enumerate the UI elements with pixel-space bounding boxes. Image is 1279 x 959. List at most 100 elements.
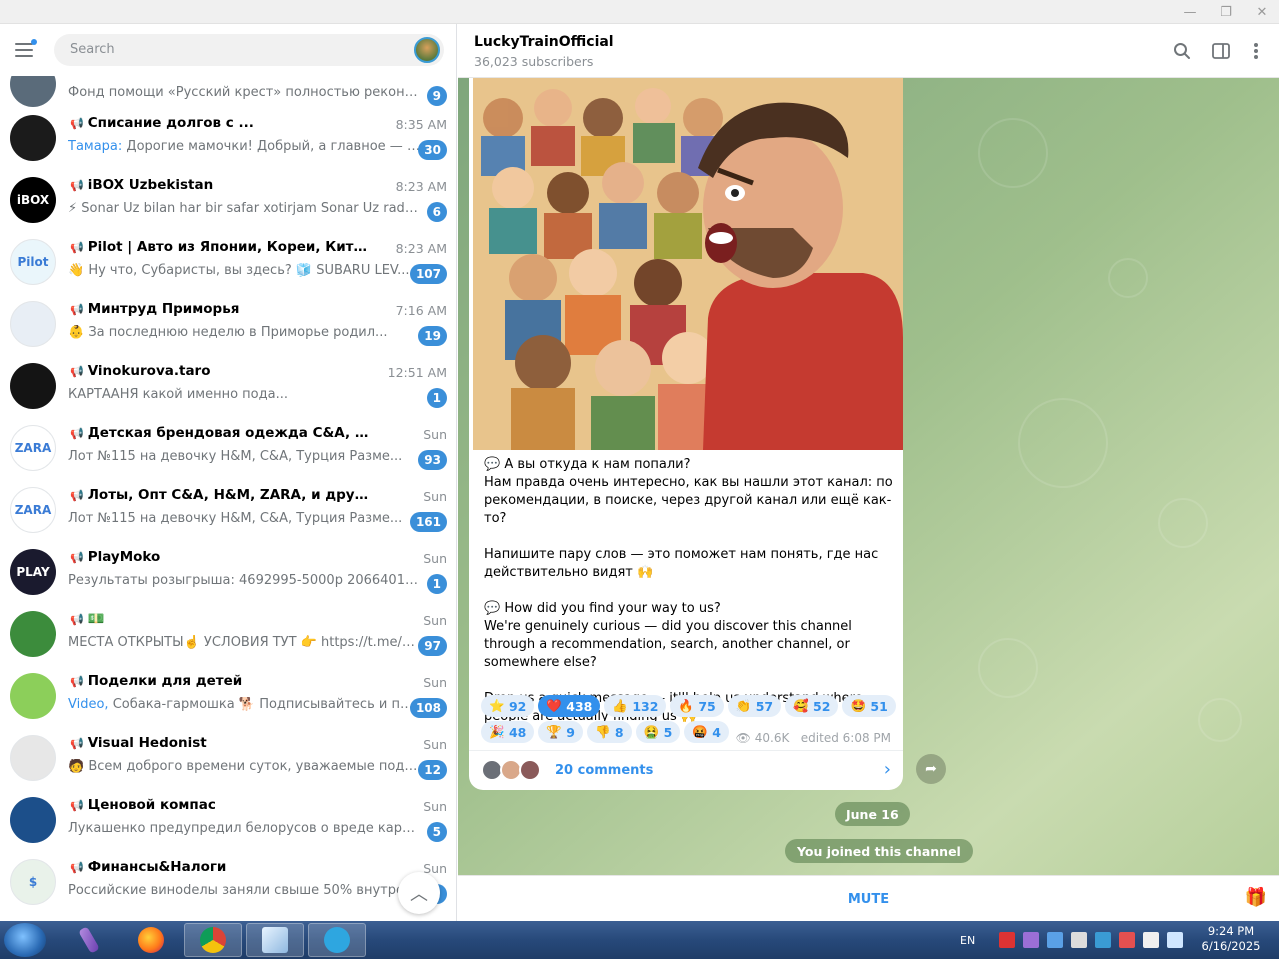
unread-badge: 5 [426, 822, 447, 842]
minimize-button[interactable]: — [1173, 0, 1207, 24]
chat-list-item[interactable]: iBOX 📢 iBOX Uzbekistan 8:23 AM ⚡ Sonar Uz bi… [0, 170, 456, 232]
reaction-chip[interactable]: ❤️ 438 [538, 695, 601, 717]
channel-icon: 📢 [70, 799, 84, 812]
chat-list-item[interactable]: 📢 Ценовой компас Sun Лукашенко предупредил … [0, 790, 456, 852]
message-bubble[interactable]: 💬 А вы откуда к нам попали? Нам правда о… [469, 78, 903, 790]
start-button[interactable] [4, 923, 46, 957]
chat-preview: Результаты розыгрыша: 4692995-5000р 2066… [68, 573, 420, 588]
chat-list-item[interactable]: 📢 Списание долгов с ... 8:35 AM Тамара: Дор… [0, 108, 456, 170]
chat-preview: КАРТААНЯ какой именно пода... [68, 387, 288, 402]
taskbar-notepad[interactable] [246, 923, 304, 957]
telegram-icon [324, 927, 350, 953]
reaction-chip[interactable]: ⭐ 92 [481, 695, 535, 717]
chat-list-item[interactable]: Pilot 📢 Pilot | Авто из Японии, Кореи, Кит… [0, 232, 456, 294]
clock[interactable]: 9:24 PM 6/16/2025 [1196, 924, 1266, 954]
channel-header[interactable]: LuckyTrainOfficial 36,023 subscribers [458, 24, 1279, 78]
edited-time: edited 6:08 PM [800, 731, 891, 745]
chat-time: Sun [423, 675, 447, 690]
comments-button[interactable]: 20 comments › [469, 750, 903, 790]
search-input[interactable]: Search [54, 34, 444, 66]
chat-list-item[interactable]: 📢 Минтруд Приморья 7:16 AM 👶 За последнюю н… [0, 294, 456, 356]
volume-icon[interactable] [1071, 932, 1088, 948]
reaction-chip[interactable]: 🏆 9 [538, 721, 583, 743]
taskbar-chrome[interactable] [184, 923, 242, 957]
network-error-icon[interactable] [1119, 932, 1136, 948]
unread-badge: 97 [418, 636, 447, 656]
reaction-chip[interactable]: 🔥 75 [670, 695, 724, 717]
scroll-up-button[interactable]: ︿ [398, 872, 440, 914]
bluetooth-icon[interactable] [1047, 932, 1064, 948]
unread-badge: 12 [418, 760, 447, 780]
taskbar-feather-app[interactable] [60, 923, 118, 957]
reaction-emoji: 👏 [735, 698, 752, 713]
chat-avatar [10, 797, 56, 843]
taskbar: EN 9:24 PM 6/16/2025 [0, 921, 1279, 959]
reaction-chip[interactable]: 👍 132 [604, 695, 667, 717]
reaction-count: 75 [698, 698, 716, 714]
chat-time: Sun [423, 799, 447, 814]
chat-list: 📢 Фонд помощи «Русский крест» полностью р… [0, 61, 456, 914]
feather-icon [78, 926, 100, 954]
chat-preview: Лот №115 на девочку H&M, C&A, Турция Раз… [68, 449, 403, 464]
notification-dot [31, 39, 37, 45]
reaction-chip[interactable]: 🎉 48 [481, 721, 535, 743]
channel-icon: 📢 [70, 365, 84, 378]
channel-icon: 📢 [70, 117, 84, 130]
chat-list-item[interactable]: ZARA 📢Детская брендовая одежда C&A, ZARA,… [0, 418, 456, 480]
chat-name: 📢 Pilot | Авто из Японии, Кореи, Китая [70, 239, 370, 255]
chat-list-item[interactable]: 📢 Visual Hedonist Sun 🧑 Всем доброго времен… [0, 728, 456, 790]
taskbar-telegram[interactable] [308, 923, 366, 957]
feather-tray-icon[interactable] [1023, 932, 1040, 948]
reaction-emoji: 🎉 [489, 724, 505, 739]
chat-list-item[interactable]: 📢 Vinokurova.taro 12:51 AM КАРТААНЯ какой … [0, 356, 456, 418]
chat-preview: 👋 Ну что, Субаристы, вы здесь? 🧊 SUBARU … [68, 263, 410, 278]
chat-time: 7:16 AM [395, 303, 447, 318]
language-indicator[interactable]: EN [960, 934, 975, 947]
reaction-chip[interactable]: 👏 57 [727, 695, 782, 717]
mute-button[interactable]: MUTE [458, 876, 1279, 922]
chat-list-item[interactable]: PLAY 📢 PlayMoko Sun Результаты розыгрыша: 46… [0, 542, 456, 604]
chat-name: 📢Лоты, Опт C&A, H&M, ZARA, и другие брен… [70, 487, 370, 503]
gift-icon[interactable]: 🎁 [1245, 887, 1267, 908]
chat-list-item[interactable]: ZARA 📢Лоты, Опт C&A, H&M, ZARA, и другие … [0, 480, 456, 542]
clock-date: 6/16/2025 [1201, 939, 1261, 953]
chat-avatar [10, 301, 56, 347]
chat-time: Sun [423, 427, 447, 442]
chat-list-item[interactable]: 📢 Поделки для детей Sun Video, Собака-гармо… [0, 666, 456, 728]
sidebar-toggle-icon[interactable] [1209, 39, 1233, 63]
reaction-emoji: 🔥 [678, 698, 694, 713]
reaction-chip[interactable]: 🥰 52 [785, 695, 839, 717]
maximize-button[interactable]: ❐ [1209, 0, 1243, 24]
chat-list-item[interactable]: $ 📢 Финансы&Налоги Sun Российские винodeлы з… [0, 852, 456, 914]
taskbar-firefox[interactable] [122, 923, 180, 957]
antivirus-icon[interactable] [999, 932, 1016, 948]
more-options-icon[interactable] [1244, 39, 1268, 63]
chat-avatar: ZARA [10, 487, 56, 533]
menu-icon[interactable] [15, 39, 37, 59]
chat-list-item[interactable]: 📢 💵 Sun МЕСТА ОТКРЫТЫ☝️ УСЛОВИЯ ТУТ 👉 https… [0, 604, 456, 666]
chevron-right-icon: › [883, 759, 891, 780]
search-icon[interactable] [1170, 39, 1194, 63]
message-photo[interactable] [473, 78, 903, 450]
chat-preview: Лот №115 на девочку H&M, C&A, Турция Раз… [68, 511, 403, 526]
reaction-chip[interactable]: 🤩 51 [842, 695, 896, 717]
reaction-chip[interactable]: 🤬 4 [684, 721, 729, 743]
chat-avatar [10, 611, 56, 657]
reaction-chip[interactable]: 🤮 5 [635, 721, 681, 743]
chat-name: 📢 💵 [70, 611, 105, 627]
chat-preview: 🧑 Всем доброго времени суток, уважаемые … [68, 759, 420, 774]
close-button[interactable]: ✕ [1245, 0, 1279, 24]
reaction-count: 52 [813, 698, 831, 714]
reaction-count: 51 [870, 698, 888, 714]
signal-icon[interactable] [1167, 932, 1184, 948]
reaction-chip[interactable]: 👎 8 [586, 721, 632, 743]
unread-badge: 161 [409, 512, 447, 532]
clipboard-icon[interactable] [1143, 932, 1160, 948]
chat-avatar: Pilot [10, 239, 56, 285]
message-paragraph: Напишите пару слов — это поможет нам пон… [484, 547, 879, 580]
story-avatar[interactable] [414, 37, 440, 63]
forward-button[interactable]: ➦ [916, 754, 946, 784]
message-paragraph: 💬 How did you find your way to us? We're… [484, 601, 852, 670]
chat-sender: Тамара: [68, 139, 123, 154]
display-icon[interactable] [1095, 932, 1112, 948]
